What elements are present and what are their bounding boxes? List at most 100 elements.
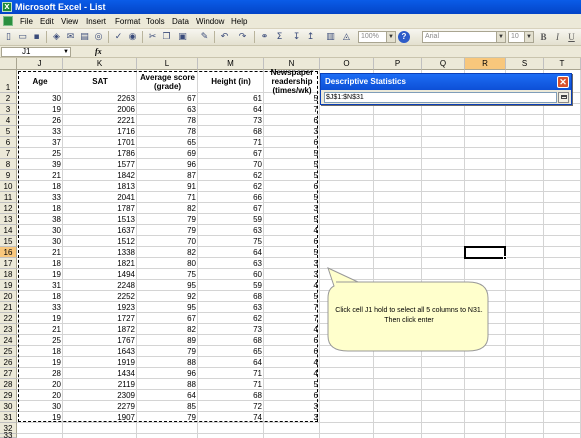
undo-icon[interactable]: ↶ [218,31,231,43]
drawing-icon[interactable]: ◬ [340,31,353,43]
spelling-icon[interactable]: ✓ [112,31,125,43]
row-header-19[interactable]: 19 [0,280,17,291]
cut-icon[interactable]: ✂ [146,31,159,43]
sort-ascending-icon[interactable]: ↧ [290,31,303,43]
menu-data[interactable]: Data [172,16,189,27]
close-icon[interactable]: ✕ [557,76,569,88]
print-icon[interactable]: ▤ [78,31,91,43]
row-header-24[interactable]: 24 [0,335,17,346]
font-combo[interactable]: Arial ▼ [422,31,506,43]
underline-button[interactable]: U [565,31,578,43]
new-icon[interactable]: ▯ [2,31,15,43]
column-header-k[interactable]: K [63,58,137,70]
row-header-22[interactable]: 22 [0,313,17,324]
column-header-t[interactable]: T [544,58,581,70]
column-header-r[interactable]: R [465,58,506,70]
menu-file[interactable]: File [20,16,33,27]
email-icon[interactable]: ✉ [64,31,77,43]
row-header-17[interactable]: 17 [0,258,17,269]
insert-function-icon[interactable]: fx [95,46,102,58]
column-header-p[interactable]: P [374,58,422,70]
row-header-11[interactable]: 11 [0,192,17,203]
column-header-s[interactable]: S [506,58,544,70]
row-header-33[interactable]: 33 [0,432,17,438]
row-header-25[interactable]: 25 [0,346,17,357]
active-cell-cursor[interactable] [464,246,507,260]
spreadsheet-grid[interactable]: J K L M N O P Q R S T 1 2 3 4 5 6 7 8 9 10 11 12 13 14 15 16 17 18 19… [0,58,581,438]
menu-edit[interactable]: Edit [40,16,54,27]
bold-button[interactable]: B [537,31,550,43]
row-header-20[interactable]: 20 [0,291,17,302]
save-icon[interactable]: ▪ [30,31,43,43]
chevron-down-icon[interactable]: ▼ [62,48,70,56]
open-icon[interactable]: ▭ [16,31,29,43]
menu-insert[interactable]: Insert [86,16,106,27]
row-header-1[interactable]: 1 [0,70,17,93]
row-header-10[interactable]: 10 [0,181,17,192]
chevron-down-icon[interactable]: ▼ [524,32,533,42]
column-header-l[interactable]: L [137,58,198,70]
row-header-30[interactable]: 30 [0,401,17,412]
autosum-icon[interactable]: Σ [273,31,286,43]
row-header-16[interactable]: 16 [0,247,17,258]
row-header-21[interactable]: 21 [0,302,17,313]
column-header-m[interactable]: M [198,58,264,70]
hyperlink-icon[interactable]: ⚭ [258,31,271,43]
row-header-4[interactable]: 4 [0,115,17,126]
row-header-9[interactable]: 9 [0,170,17,181]
row-header-13[interactable]: 13 [0,214,17,225]
row-header-8[interactable]: 8 [0,159,17,170]
permission-icon[interactable]: ◈ [50,31,63,43]
input-range-field[interactable]: $J$1:$N$31 [324,92,557,103]
title-bar: X Microsoft Excel - List [0,0,581,14]
row-header-27[interactable]: 27 [0,368,17,379]
column-header-q[interactable]: Q [422,58,465,70]
chevron-down-icon[interactable]: ▼ [386,32,395,42]
window-title: Microsoft Excel - List [15,2,106,12]
row-header-3[interactable]: 3 [0,104,17,115]
italic-button[interactable]: I [551,31,564,43]
redo-icon[interactable]: ↷ [236,31,249,43]
paste-icon[interactable]: ▣ [176,31,189,43]
row-header-15[interactable]: 15 [0,236,17,247]
row-header-14[interactable]: 14 [0,225,17,236]
font-size-combo[interactable]: 10 ▼ [508,31,534,43]
toolbar: ▯ ▭ ▪ ◈ ✉ ▤ ◎ ✓ ◉ ✂ ❐ ▣ ✎ ↶ ↷ ⚭ Σ ↧ ↥ ▥ … [0,29,581,46]
selection-marquee [18,71,318,422]
row-header-18[interactable]: 18 [0,269,17,280]
chevron-down-icon[interactable]: ▼ [496,32,505,42]
row-header-26[interactable]: 26 [0,357,17,368]
help-icon[interactable]: ? [398,31,410,43]
select-all-corner[interactable] [0,58,17,70]
row-header-29[interactable]: 29 [0,390,17,401]
row-header-7[interactable]: 7 [0,148,17,159]
row-header-23[interactable]: 23 [0,324,17,335]
row-header-12[interactable]: 12 [0,203,17,214]
menu-format[interactable]: Format [115,16,140,27]
collapse-dialog-icon[interactable] [558,92,569,103]
row-header-5[interactable]: 5 [0,126,17,137]
gridline-horizontal [17,433,581,434]
row-header-6[interactable]: 6 [0,137,17,148]
column-header-j[interactable]: J [17,58,63,70]
row-header-31[interactable]: 31 [0,412,17,423]
toolbar-separator [46,31,47,43]
fill-handle[interactable] [503,256,507,260]
excel-icon: X [2,2,12,12]
row-header-28[interactable]: 28 [0,379,17,390]
menu-window[interactable]: Window [196,16,224,27]
column-header-o[interactable]: O [320,58,374,70]
menu-view[interactable]: View [61,16,78,27]
sort-descending-icon[interactable]: ↥ [304,31,317,43]
menu-help[interactable]: Help [231,16,247,27]
zoom-combo[interactable]: 100% ▼ [358,31,396,43]
format-painter-icon[interactable]: ✎ [198,31,211,43]
workbook-icon[interactable] [3,16,13,26]
chart-wizard-icon[interactable]: ▥ [324,31,337,43]
research-icon[interactable]: ◉ [126,31,139,43]
row-header-2[interactable]: 2 [0,93,17,104]
copy-icon[interactable]: ❐ [160,31,173,43]
name-box[interactable]: J1 ▼ [1,47,71,57]
print-preview-icon[interactable]: ◎ [92,31,105,43]
menu-tools[interactable]: Tools [146,16,165,27]
